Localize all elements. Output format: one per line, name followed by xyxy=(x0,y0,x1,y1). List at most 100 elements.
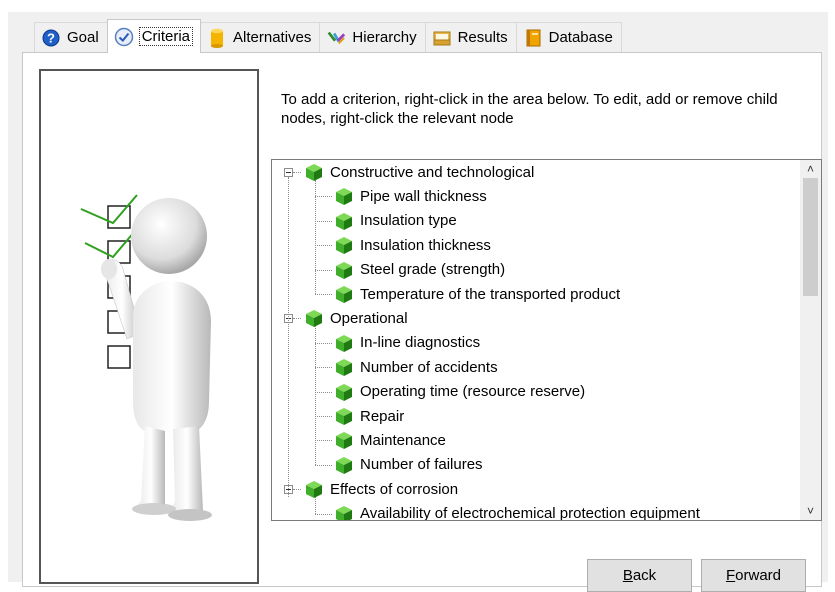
tree-leaf-node[interactable]: Insulation thickness xyxy=(334,233,491,257)
tab-label: Results xyxy=(457,29,508,46)
criteria-tree[interactable]: Constructive and technological Pipe wall … xyxy=(271,159,822,521)
green-cube-icon xyxy=(306,164,322,181)
tree-connector xyxy=(315,416,332,417)
tab-label: Database xyxy=(548,29,613,46)
tab-label: Alternatives xyxy=(233,29,312,46)
checklist-illustration xyxy=(39,69,259,584)
tree-connector xyxy=(315,326,316,465)
green-cube-icon xyxy=(306,481,322,499)
tab-criteria[interactable]: Criteria xyxy=(106,19,202,53)
tree-node-label: Insulation type xyxy=(360,212,457,230)
tab-alternatives[interactable]: Alternatives xyxy=(200,22,321,52)
vertical-scrollbar[interactable]: ˄ ˅ xyxy=(800,160,821,520)
tree-leaf-node[interactable]: Pipe wall thickness xyxy=(334,184,487,208)
tree-leaf-node[interactable]: Steel grade (strength) xyxy=(334,258,505,282)
green-cube-icon xyxy=(336,261,352,279)
criteria-panel: To add a criterion, right-click in the a… xyxy=(22,52,822,592)
tree-connector xyxy=(315,196,332,198)
tab-strip: ? Goal Criteria Alternatives Hierarchy R… xyxy=(34,19,622,53)
hierarchy-icon xyxy=(326,28,346,48)
tree-group-node[interactable]: Effects of corrosion xyxy=(304,477,458,501)
folder-icon xyxy=(432,28,452,48)
tree-node-label: Number of accidents xyxy=(360,358,498,376)
tree-leaf-node[interactable]: Number of failures xyxy=(334,453,483,477)
tree-node-label: Pipe wall thickness xyxy=(360,187,487,205)
tab-label: Criteria xyxy=(138,27,194,46)
tab-results[interactable]: Results xyxy=(424,22,517,52)
person-checklist-illustration xyxy=(80,194,212,521)
tree-connector xyxy=(293,318,301,320)
tree-leaf-node[interactable]: Number of accidents xyxy=(334,355,498,379)
scroll-down-icon[interactable]: ˅ xyxy=(800,502,821,520)
tree-node-label: Maintenance xyxy=(360,431,446,449)
green-cube-icon xyxy=(336,359,352,377)
tree-connector xyxy=(315,367,332,369)
tree-node-label: Insulation thickness xyxy=(360,236,491,254)
back-mnemonic: B xyxy=(622,567,633,584)
tab-label: Goal xyxy=(67,29,99,46)
green-cube-icon xyxy=(336,334,352,352)
green-cube-icon xyxy=(336,212,352,230)
scroll-up-icon[interactable]: ˄ xyxy=(800,160,821,178)
green-cube-icon xyxy=(336,383,352,401)
tree-node-label: Effects of corrosion xyxy=(330,480,459,498)
instructions-text: To add a criterion, right-click in the a… xyxy=(281,91,778,127)
svg-text:?: ? xyxy=(47,30,55,45)
tree-node-label: Steel grade (strength) xyxy=(360,261,506,279)
tree-leaf-node[interactable]: Temperature of the transported product xyxy=(334,282,620,306)
green-cube-icon xyxy=(306,310,322,328)
tree-leaf-node[interactable]: Availability of electrochemical protecti… xyxy=(334,502,700,521)
green-cube-icon xyxy=(336,188,352,206)
tree-node-label: Repair xyxy=(360,407,405,425)
tree-connector xyxy=(315,497,316,514)
green-cube-icon xyxy=(336,432,352,450)
tree-connector xyxy=(315,180,316,294)
tab-database[interactable]: Database xyxy=(515,22,622,52)
tree-connector xyxy=(315,220,332,222)
green-cube-icon xyxy=(336,237,352,255)
tree-connector xyxy=(315,440,332,442)
tree-connector xyxy=(315,342,332,344)
tree-connector xyxy=(315,294,332,295)
tree-leaf-node[interactable]: Maintenance xyxy=(334,428,446,452)
back-button[interactable]: Back xyxy=(587,559,692,592)
back-label: ack xyxy=(632,567,657,584)
tree-connector xyxy=(315,269,332,271)
forward-mnemonic: F xyxy=(725,567,736,584)
question-icon: ? xyxy=(41,28,61,48)
tree-leaf-node[interactable]: Repair xyxy=(334,404,404,428)
tree-connector xyxy=(315,391,332,393)
tab-hierarchy[interactable]: Hierarchy xyxy=(319,22,426,52)
tree-leaf-node[interactable]: In-line diagnostics xyxy=(334,331,480,355)
tree-connector xyxy=(288,177,289,497)
tab-label: Hierarchy xyxy=(352,29,417,46)
green-cube-icon xyxy=(336,286,352,303)
tree-node-label: Temperature of the transported product xyxy=(360,285,621,303)
tree-node-label: Availability of electrochemical protecti… xyxy=(360,505,700,521)
green-cube-icon xyxy=(336,408,352,425)
tree-node-label: In-line diagnostics xyxy=(360,334,481,352)
tree-content: Constructive and technological Pipe wall … xyxy=(272,160,800,520)
tree-connector xyxy=(293,172,301,173)
tree-connector xyxy=(293,489,301,491)
forward-label: orward xyxy=(735,567,782,584)
tree-node-label: Number of failures xyxy=(360,456,483,474)
tree-connector xyxy=(315,513,332,515)
green-cube-icon xyxy=(336,505,352,520)
tree-node-label: Constructive and technological xyxy=(330,163,535,181)
scroll-thumb[interactable] xyxy=(803,178,818,296)
cylinder-icon xyxy=(207,28,227,48)
tree-group-node[interactable]: Constructive and technological xyxy=(304,160,534,184)
forward-button[interactable]: Forward xyxy=(701,559,806,592)
tree-node-label: Operational xyxy=(330,309,408,327)
tree-leaf-node[interactable]: Operating time (resource reserve) xyxy=(334,380,585,404)
tree-leaf-node[interactable]: Insulation type xyxy=(334,209,457,233)
green-cube-icon xyxy=(336,456,352,474)
tab-goal[interactable]: ? Goal xyxy=(34,22,108,52)
collapse-toggle[interactable] xyxy=(284,168,293,177)
checkmark-icon xyxy=(114,27,134,47)
criteria-window: ? Goal Criteria Alternatives Hierarchy R… xyxy=(8,12,828,592)
tree-group-node[interactable]: Operational xyxy=(304,306,408,330)
tree-connector xyxy=(315,464,332,466)
tree-node-label: Operating time (resource reserve) xyxy=(360,383,586,401)
